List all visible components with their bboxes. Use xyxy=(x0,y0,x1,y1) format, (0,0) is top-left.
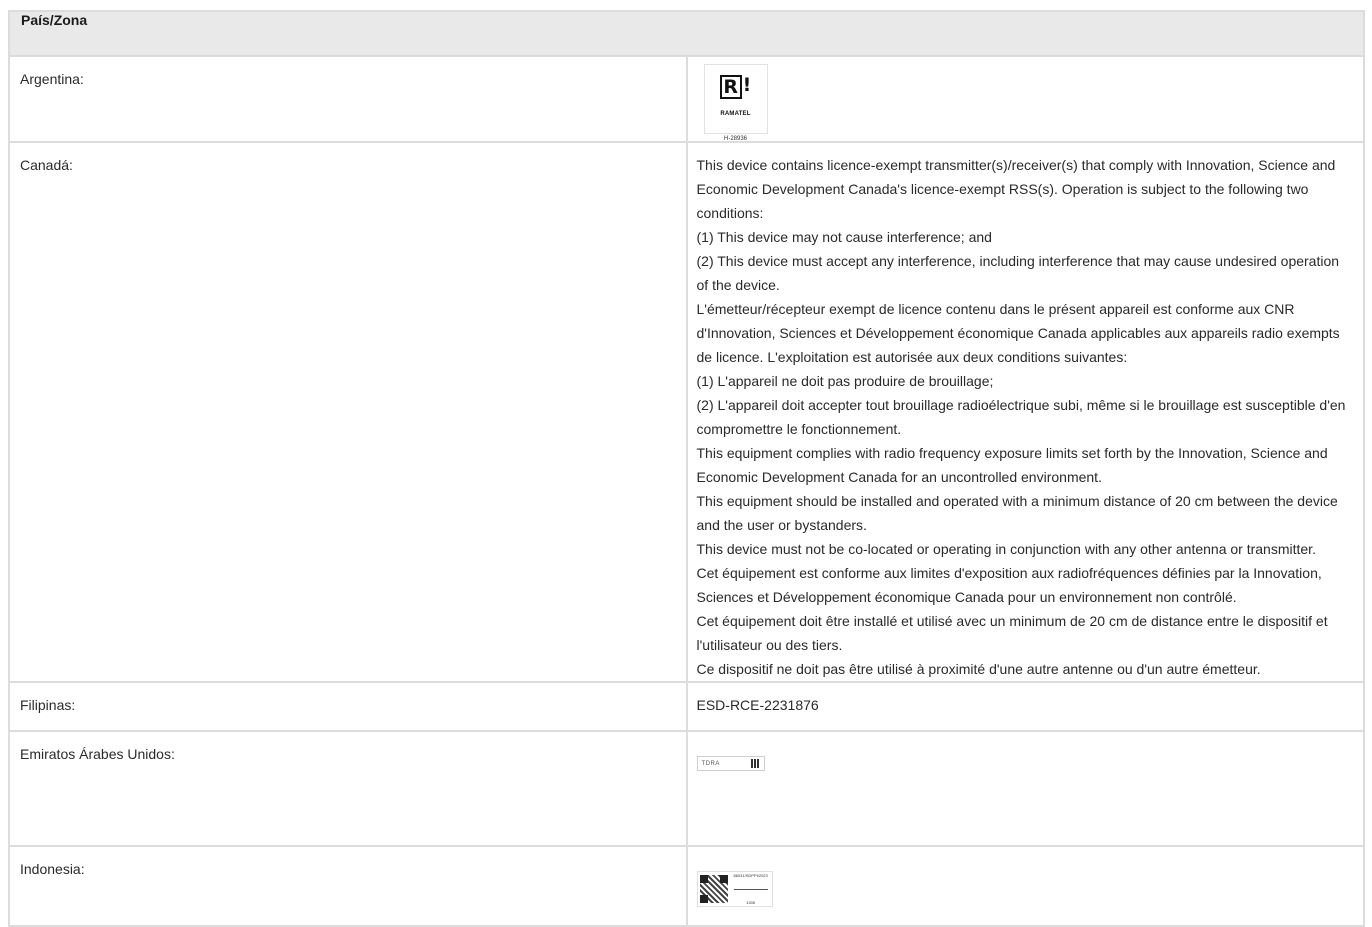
indonesia-label-text: 86031/SDPPI/2023 1306 xyxy=(734,864,768,915)
certification-table: País/Zona Argentina: R ! RAMATEL H-28936… xyxy=(8,10,1365,927)
ramatel-name: RAMATEL xyxy=(720,111,751,117)
table-header: País/Zona xyxy=(8,10,1365,57)
table-row-uae: Emiratos Árabes Unidos: TDRA xyxy=(8,730,1365,847)
table-row-argentina: Argentina: R ! RAMATEL H-28936 xyxy=(8,55,1365,143)
qr-code-icon xyxy=(750,759,760,768)
paragraph: Cet équipement est conforme aux limites … xyxy=(696,565,1322,605)
divider xyxy=(733,888,768,890)
country-label: Emiratos Árabes Unidos: xyxy=(8,730,688,847)
table-row-indonesia: Indonesia: 86031/SDPPI/2023 1306 xyxy=(8,845,1365,927)
paragraph: This equipment should be installed and o… xyxy=(696,493,1338,533)
table-row-canada: Canadá: This device contains licence-exe… xyxy=(8,141,1365,683)
paragraph: (2) L'appareil doit accepter tout brouil… xyxy=(696,397,1346,437)
paragraph: L'émetteur/récepteur exempt de licence c… xyxy=(696,301,1340,365)
tdra-text: TDRA xyxy=(701,760,720,767)
ramatel-letter: R xyxy=(719,75,742,99)
paragraph: (1) L'appareil ne doit pas produire de b… xyxy=(696,373,994,389)
country-label: Filipinas: xyxy=(8,681,688,732)
ramatel-logo: R ! RAMATEL H-28936 xyxy=(703,64,768,142)
paragraph: Cet équipement doit être installé et uti… xyxy=(696,613,1328,653)
paragraph: Ce dispositif ne doit pas être utilisé à… xyxy=(696,661,1261,677)
paragraph: This device must not be co-located or op… xyxy=(696,541,1316,557)
certification-content: TDRA xyxy=(685,730,1365,847)
indonesia-cert-code: 1306 xyxy=(746,899,756,905)
page: País/Zona Argentina: R ! RAMATEL H-28936… xyxy=(0,0,1372,927)
indonesia-cert-number: 86031/SDPPI/2023 xyxy=(733,872,768,878)
ramatel-mark: R ! xyxy=(719,74,752,99)
tdra-logo: TDRA xyxy=(696,756,765,771)
qr-code-icon xyxy=(699,875,728,903)
certification-content: This device contains licence-exempt tran… xyxy=(685,141,1365,683)
paragraph: (1) This device may not cause interferen… xyxy=(696,229,992,245)
country-label: Argentina: xyxy=(8,55,688,143)
paragraph: This equipment complies with radio frequ… xyxy=(696,445,1328,485)
paragraph: This device contains licence-exempt tran… xyxy=(696,157,1336,221)
country-label: Canadá: xyxy=(8,141,688,683)
ramatel-code: H-28936 xyxy=(723,136,747,142)
certification-content: R ! RAMATEL H-28936 xyxy=(685,55,1365,143)
indonesia-label: 86031/SDPPI/2023 1306 xyxy=(696,871,773,907)
paragraph: (2) This device must accept any interfer… xyxy=(696,253,1340,293)
ramatel-exclamation: ! xyxy=(742,74,752,96)
table-header-row: País/Zona xyxy=(8,10,1365,57)
table-row-philippines: Filipinas: ESD-RCE-2231876 xyxy=(8,681,1365,732)
certification-content: 86031/SDPPI/2023 1306 xyxy=(685,845,1365,927)
certification-value: ESD-RCE-2231876 xyxy=(685,681,1365,732)
country-label: Indonesia: xyxy=(8,845,688,927)
